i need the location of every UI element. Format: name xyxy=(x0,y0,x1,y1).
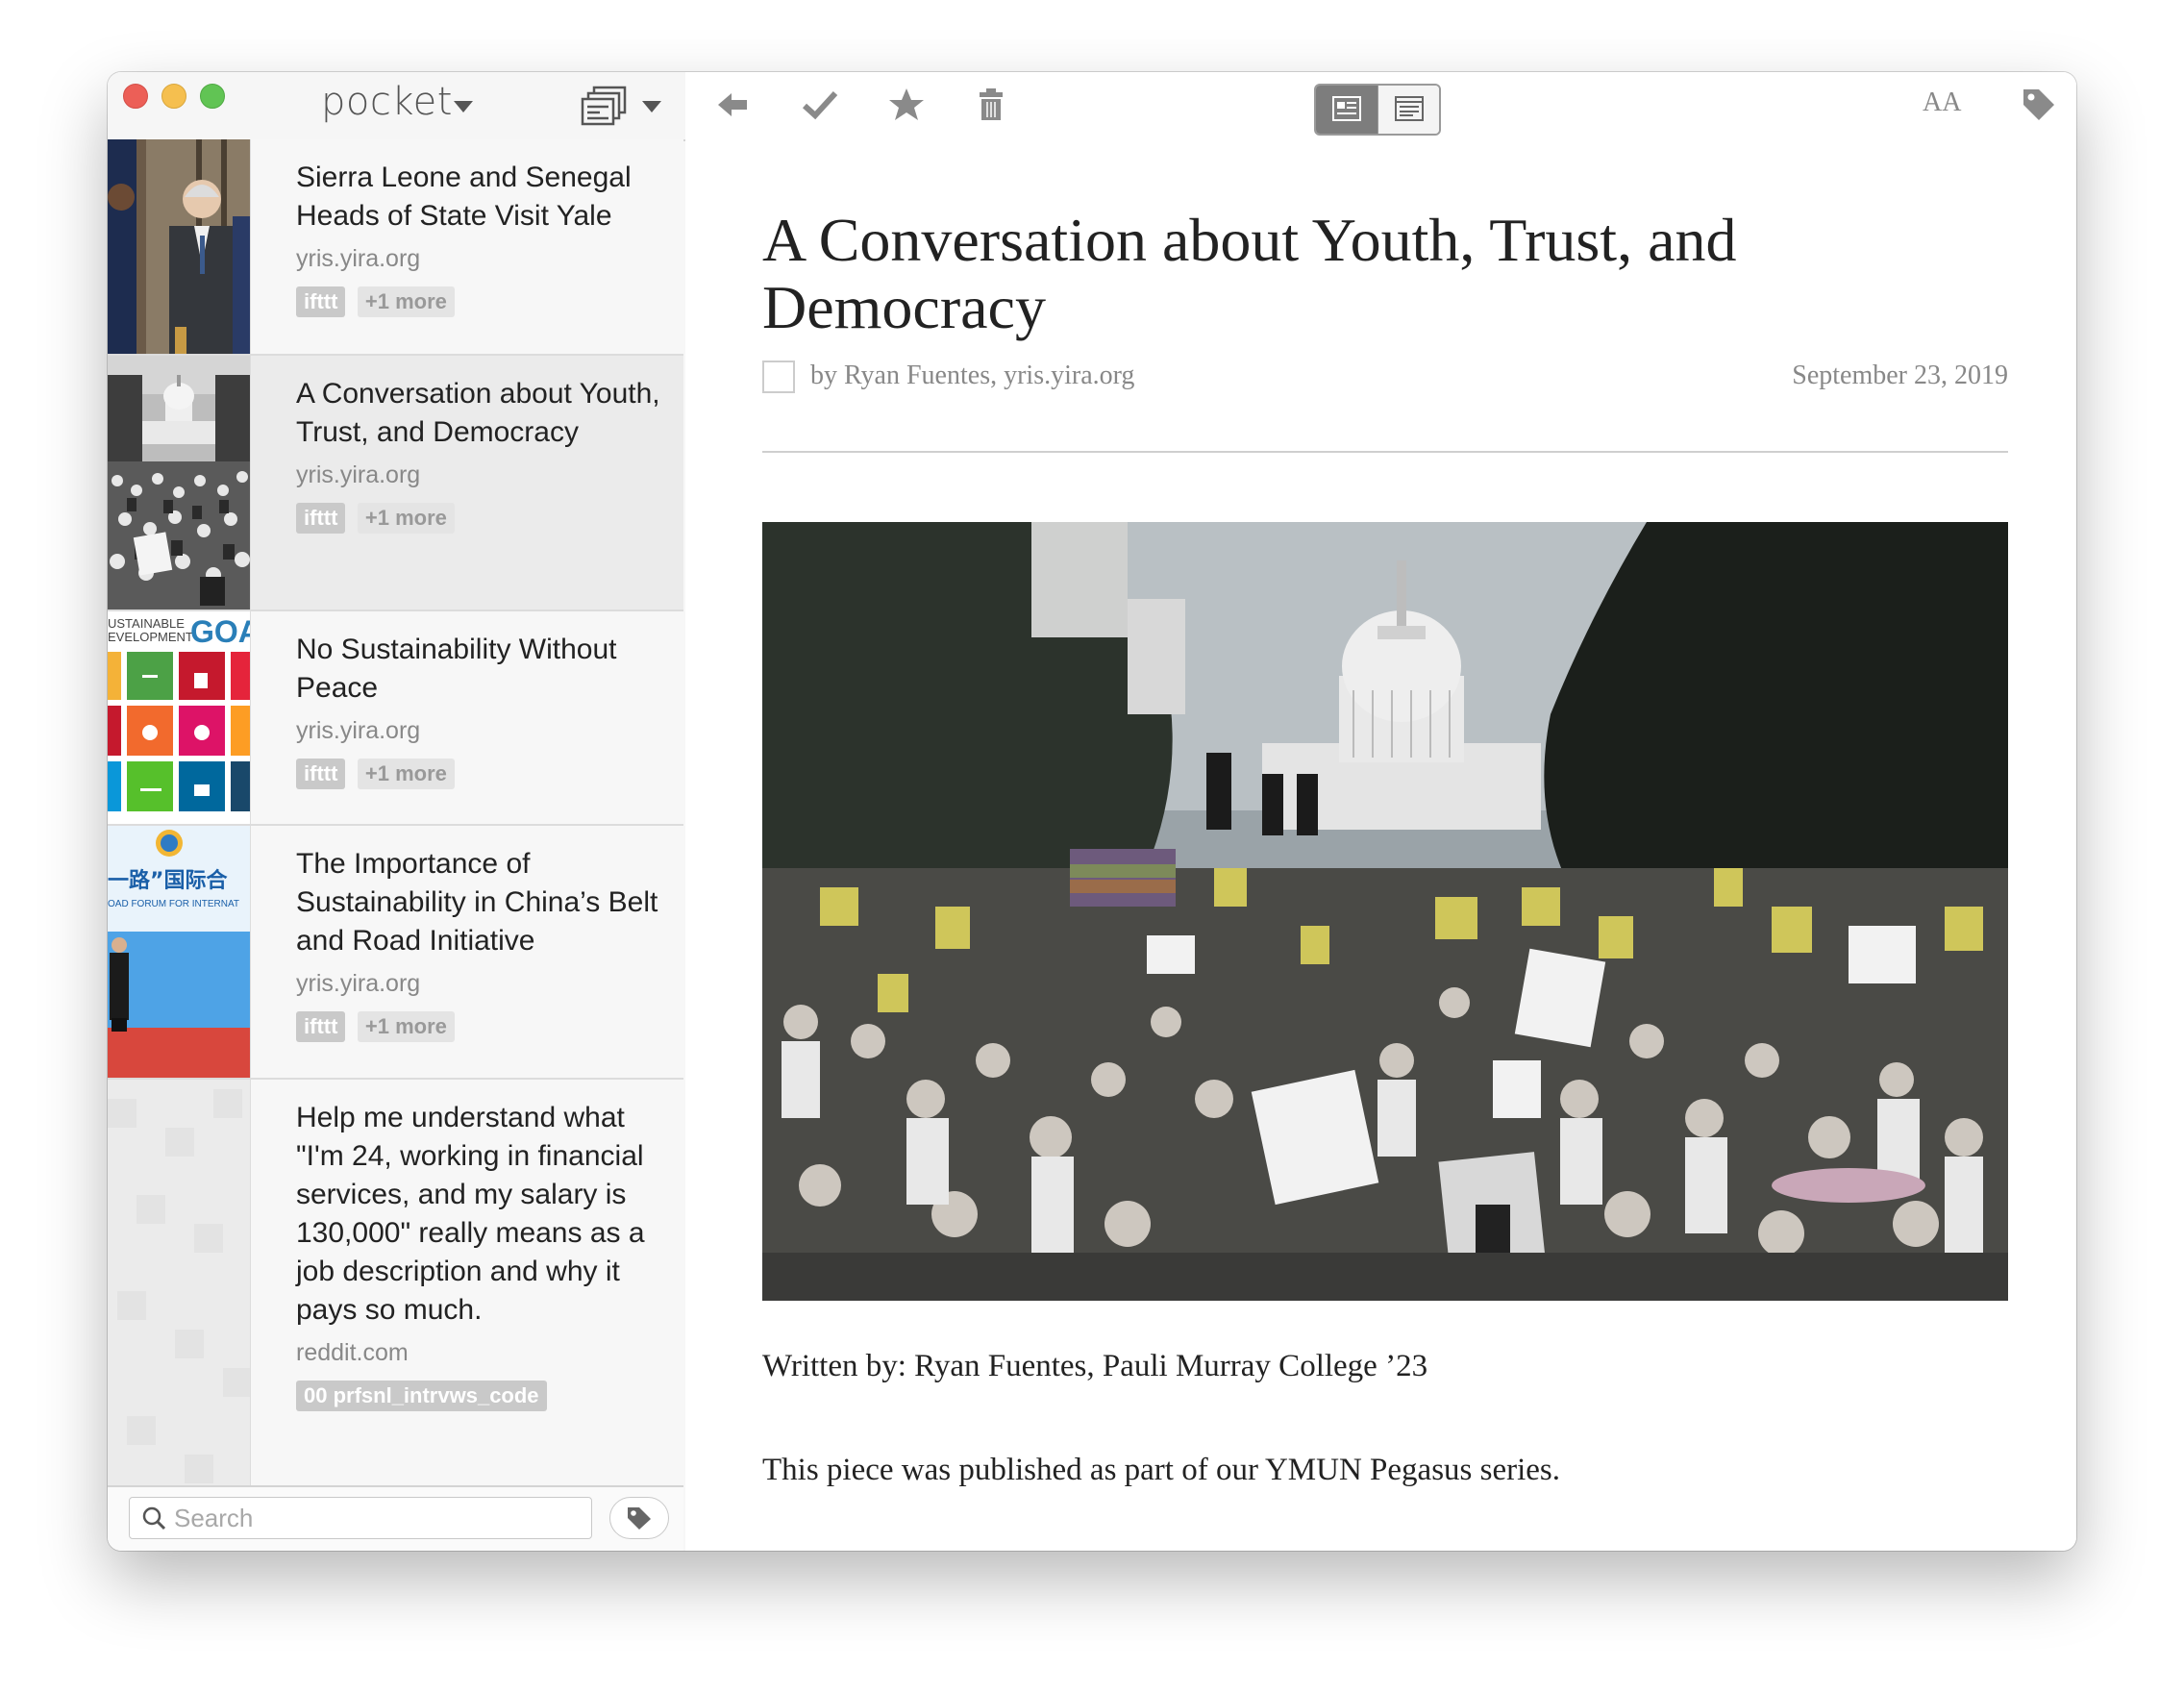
trash-icon[interactable] xyxy=(972,86,1010,124)
back-arrow-icon[interactable] xyxy=(714,86,753,124)
list-item-selected[interactable]: A Conversation about Youth, Trust, and D… xyxy=(108,356,683,611)
placeholder-thumbnail xyxy=(108,1080,251,1485)
tag-icon[interactable] xyxy=(2020,86,2058,124)
tags-filter-button[interactable] xyxy=(609,1497,669,1539)
list-view-icon[interactable] xyxy=(581,86,629,128)
item-title: Help me understand what "I'm 24, working… xyxy=(296,1102,645,1326)
article-view-button[interactable] xyxy=(1316,86,1377,134)
article-date: September 23, 2019 xyxy=(1792,361,2008,390)
sidebar: pocket Sierra Leone and Senegal Heads of… xyxy=(108,72,687,1551)
web-view-icon xyxy=(1395,96,1424,121)
item-domain: reddit.com xyxy=(296,1339,409,1366)
view-mode-toggle[interactable] xyxy=(1314,84,1441,136)
tag-badge[interactable]: ifttt xyxy=(296,759,346,789)
app-window: pocket Sierra Leone and Senegal Heads of… xyxy=(108,72,2076,1551)
article-view-icon xyxy=(1332,96,1361,121)
favorite-star-icon[interactable] xyxy=(887,86,926,124)
font-size-icon: AA xyxy=(1923,87,1962,117)
sdg-banner-text: EVELOPMENT xyxy=(108,630,193,644)
list-item[interactable]: Help me understand what "I'm 24, working… xyxy=(108,1080,683,1485)
divider xyxy=(762,451,2008,453)
sdg-goals-text: GOA xyxy=(190,614,250,649)
article-thumbnail: USTAINABLE EVELOPMENT GOA xyxy=(108,611,251,824)
list-item[interactable]: Sierra Leone and Senegal Heads of State … xyxy=(108,139,683,356)
article-byline: by Ryan Fuentes, yris.yira.org September… xyxy=(762,361,2008,395)
article-thumbnail xyxy=(108,139,251,354)
more-tags-badge[interactable]: +1 more xyxy=(357,1011,455,1042)
article-title: A Conversation about Youth, Trust, and D… xyxy=(762,206,1737,341)
web-view-button[interactable] xyxy=(1377,86,1439,134)
tag-badge[interactable]: ifttt xyxy=(296,1011,346,1042)
reader-pane: AA A Conversation about Youth, Trust, an… xyxy=(685,72,2076,1551)
more-tags-badge[interactable]: +1 more xyxy=(357,503,455,534)
bri-banner-text: 一路”国际合 xyxy=(108,868,228,893)
search-input[interactable]: Search xyxy=(129,1497,592,1539)
tag-badge[interactable]: ifttt xyxy=(296,286,346,317)
chevron-down-icon[interactable] xyxy=(454,101,473,112)
item-domain: yris.yira.org xyxy=(296,461,421,488)
sdg-banner-text: USTAINABLE xyxy=(108,616,185,631)
item-domain: yris.yira.org xyxy=(296,970,421,997)
item-title: No Sustainability Without Peace xyxy=(296,634,617,704)
sidebar-footer: Search xyxy=(108,1485,683,1551)
item-domain: yris.yira.org xyxy=(296,245,421,272)
font-settings-button[interactable]: AA xyxy=(1923,87,1961,118)
item-title: The Importance of Sustainability in Chin… xyxy=(296,848,658,957)
archive-check-icon[interactable] xyxy=(801,86,839,124)
close-window-button[interactable] xyxy=(123,84,148,109)
pocket-logo[interactable]: pocket xyxy=(321,80,453,124)
list-item[interactable]: 一路”国际合 OAD FORUM FOR INTERNAT The Import… xyxy=(108,826,683,1080)
item-domain: yris.yira.org xyxy=(296,717,421,744)
more-tags-badge[interactable]: +1 more xyxy=(357,286,455,317)
tag-icon xyxy=(628,1507,651,1530)
article-paragraph: This piece was published as part of our … xyxy=(762,1453,1561,1487)
search-placeholder: Search xyxy=(174,1504,254,1532)
article-author: by Ryan Fuentes, yris.yira.org xyxy=(810,361,1135,390)
list-item[interactable]: USTAINABLE EVELOPMENT GOA xyxy=(108,611,683,826)
search-icon xyxy=(142,1506,166,1530)
tag-badge[interactable]: 00 prfsnl_intrvws_code xyxy=(296,1381,547,1411)
chevron-down-icon[interactable] xyxy=(642,101,661,112)
more-tags-badge[interactable]: +1 more xyxy=(357,759,455,789)
article-thumbnail: 一路”国际合 OAD FORUM FOR INTERNAT xyxy=(108,826,251,1078)
article-thumbnail xyxy=(108,356,251,610)
select-checkbox[interactable] xyxy=(762,361,795,393)
zoom-window-button[interactable] xyxy=(200,84,225,109)
minimize-window-button[interactable] xyxy=(161,84,186,109)
tag-badge[interactable]: ifttt xyxy=(296,503,346,534)
article-paragraph: Written by: Ryan Fuentes, Pauli Murray C… xyxy=(762,1349,1428,1383)
sidebar-header: pocket xyxy=(108,72,685,141)
bri-banner-text: OAD FORUM FOR INTERNAT xyxy=(108,899,239,909)
article-hero-image xyxy=(762,522,2008,1301)
toolbar: AA xyxy=(685,72,2076,139)
item-title: A Conversation about Youth, Trust, and D… xyxy=(296,378,660,448)
item-title: Sierra Leone and Senegal Heads of State … xyxy=(296,162,632,232)
